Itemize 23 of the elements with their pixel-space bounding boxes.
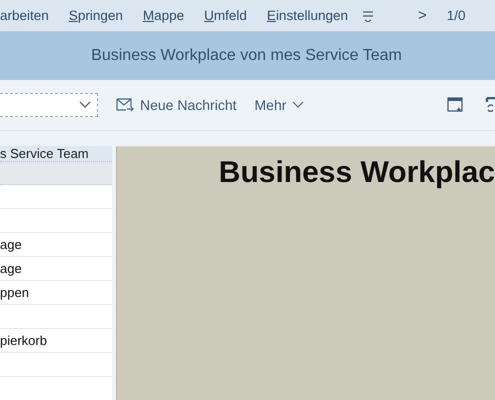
tree-row[interactable] bbox=[0, 161, 112, 185]
tree-row[interactable]: ppen bbox=[0, 281, 112, 305]
page-counter: 1/0 bbox=[446, 8, 466, 23]
menu-item[interactable]: Springen bbox=[68, 8, 123, 23]
chevron-down-icon bbox=[292, 101, 304, 109]
window-title: Business Workplace von mes Service Team bbox=[91, 47, 402, 65]
next-button[interactable]: > bbox=[418, 7, 427, 24]
menu-item[interactable]: Umfeld bbox=[204, 8, 247, 23]
chevron-down-icon bbox=[79, 101, 91, 109]
menu-item[interactable]: Mappe bbox=[142, 8, 184, 23]
overflow-menu-icon[interactable] bbox=[362, 10, 374, 22]
tree-row[interactable]: age bbox=[0, 233, 112, 257]
envelope-icon bbox=[116, 97, 134, 113]
dropdown-field[interactable] bbox=[0, 93, 98, 117]
menu-item[interactable]: Einstellungen bbox=[266, 8, 348, 23]
new-message-button[interactable]: Neue Nachricht bbox=[116, 97, 236, 113]
tree-row[interactable]: pierkorb bbox=[0, 329, 112, 353]
window-refresh-icon[interactable] bbox=[485, 97, 495, 113]
tree-header: s Service Team bbox=[0, 146, 112, 161]
content-heading: Business Workplac bbox=[218, 156, 495, 190]
more-button[interactable]: Mehr bbox=[254, 97, 304, 113]
menu-item[interactable]: arbeiten bbox=[0, 8, 49, 23]
tree-row[interactable]: age bbox=[0, 257, 112, 281]
